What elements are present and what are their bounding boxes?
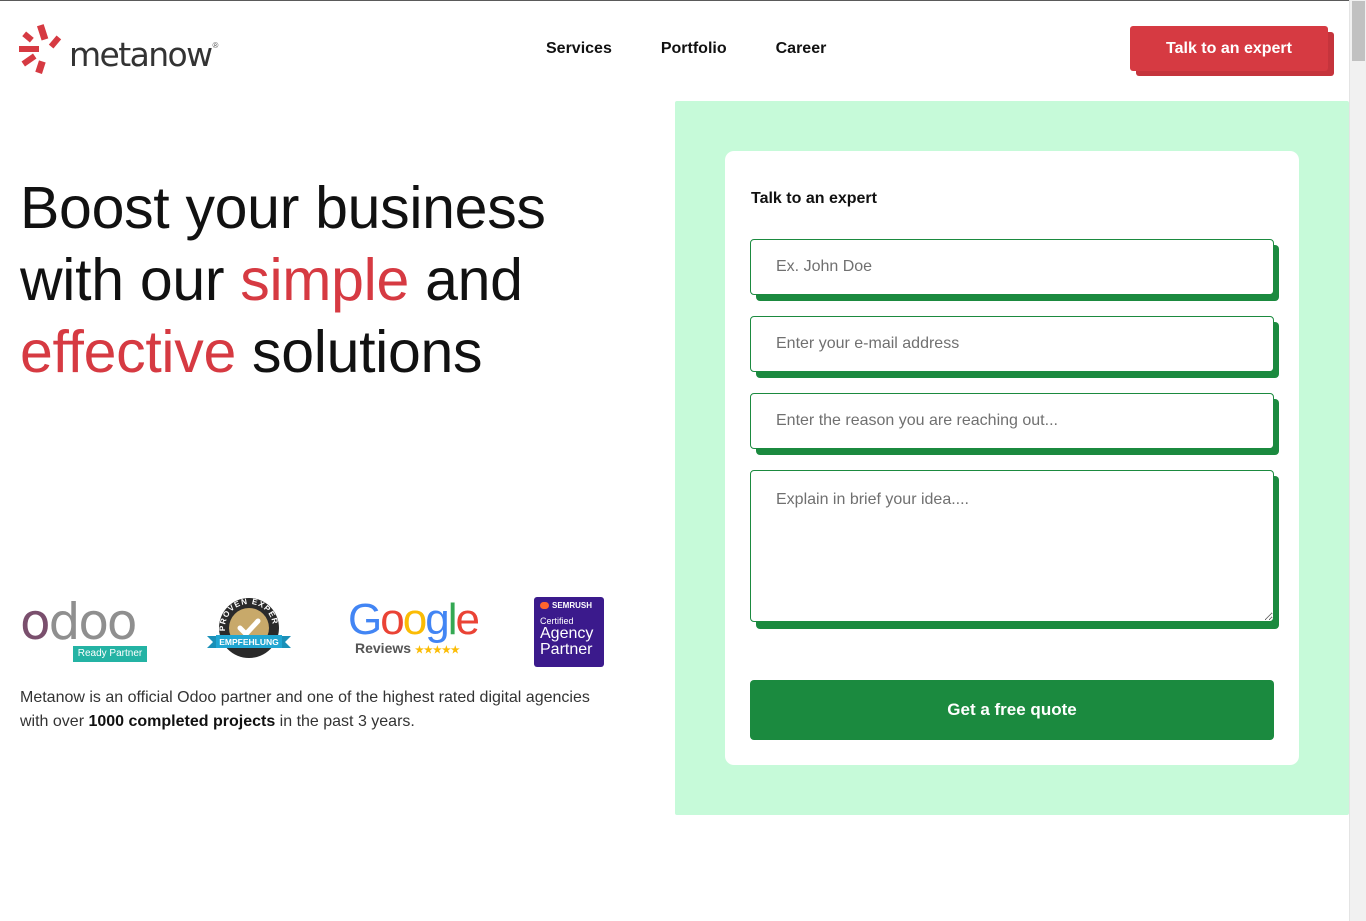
header-cta: Talk to an expert xyxy=(1130,26,1334,76)
idea-textarea[interactable] xyxy=(750,470,1274,622)
metanow-logo[interactable]: metanow ® xyxy=(19,24,218,76)
odoo-tag: Ready Partner xyxy=(73,646,147,662)
get-free-quote-button[interactable]: Get a free quote xyxy=(750,680,1274,740)
hero-line-2c: and xyxy=(408,247,523,313)
semrush-certified: Certified xyxy=(540,616,574,626)
svg-text:EMPFEHLUNG: EMPFEHLUNG xyxy=(219,637,279,647)
hero-line-2a: with our xyxy=(20,247,241,313)
hero-highlight-simple: simple xyxy=(240,247,409,313)
page-scrollbar[interactable] xyxy=(1349,0,1366,921)
form-title: Talk to an expert xyxy=(751,190,877,207)
semrush-agency-badge: SEMRUSH Certified Agency Partner xyxy=(534,597,604,667)
google-stars-icon: ★★★★★ xyxy=(414,645,460,656)
registered-mark: ® xyxy=(212,41,219,50)
proven-expert-seal-icon: PROVEN EXPERT EMPFEHLUNG xyxy=(203,589,291,658)
nav-career[interactable]: Career xyxy=(776,40,827,58)
partner-badges: odoo Ready Partner PROVEN EXPERT EMPFEHL… xyxy=(20,589,620,668)
window-top-border xyxy=(0,0,1366,1)
main-nav: Services Portfolio Career xyxy=(546,40,875,58)
name-input[interactable] xyxy=(750,239,1274,295)
semrush-agency: Agency xyxy=(540,625,594,642)
hero-line-3b: solutions xyxy=(235,319,483,385)
idea-field-wrap xyxy=(750,470,1279,629)
google-wordmark: Google xyxy=(348,595,480,644)
name-field-wrap xyxy=(750,239,1279,301)
talk-to-expert-button[interactable]: Talk to an expert xyxy=(1130,26,1328,71)
scrollbar-thumb[interactable] xyxy=(1352,1,1365,61)
semrush-partner: Partner xyxy=(540,641,593,658)
projects-highlight: 1000 completed projects xyxy=(88,713,276,730)
reason-field-wrap xyxy=(750,393,1279,455)
nav-portfolio[interactable]: Portfolio xyxy=(661,40,727,58)
logo-wordmark: metanow xyxy=(69,35,213,74)
odoo-wordmark: odoo xyxy=(20,593,138,651)
google-reviews-badge: Google Reviews ★★★★★ xyxy=(348,598,480,658)
reason-input[interactable] xyxy=(750,393,1274,449)
nav-services[interactable]: Services xyxy=(546,40,612,58)
company-description: Metanow is an official Odoo partner and … xyxy=(20,689,590,730)
burst-logo-icon xyxy=(19,24,62,74)
email-field-wrap xyxy=(750,316,1279,378)
hero-highlight-effective: effective xyxy=(20,319,236,385)
email-input[interactable] xyxy=(750,316,1274,372)
proven-expert-badge: PROVEN EXPERT EMPFEHLUNG xyxy=(203,589,292,662)
odoo-ready-partner-badge: odoo Ready Partner xyxy=(20,593,150,662)
semrush-brand: SEMRUSH xyxy=(534,597,604,610)
hero-line-1: Boost your business xyxy=(20,175,546,241)
semrush-logo-icon xyxy=(540,602,549,609)
hero-heading: Boost your business with our simple and … xyxy=(20,172,640,388)
